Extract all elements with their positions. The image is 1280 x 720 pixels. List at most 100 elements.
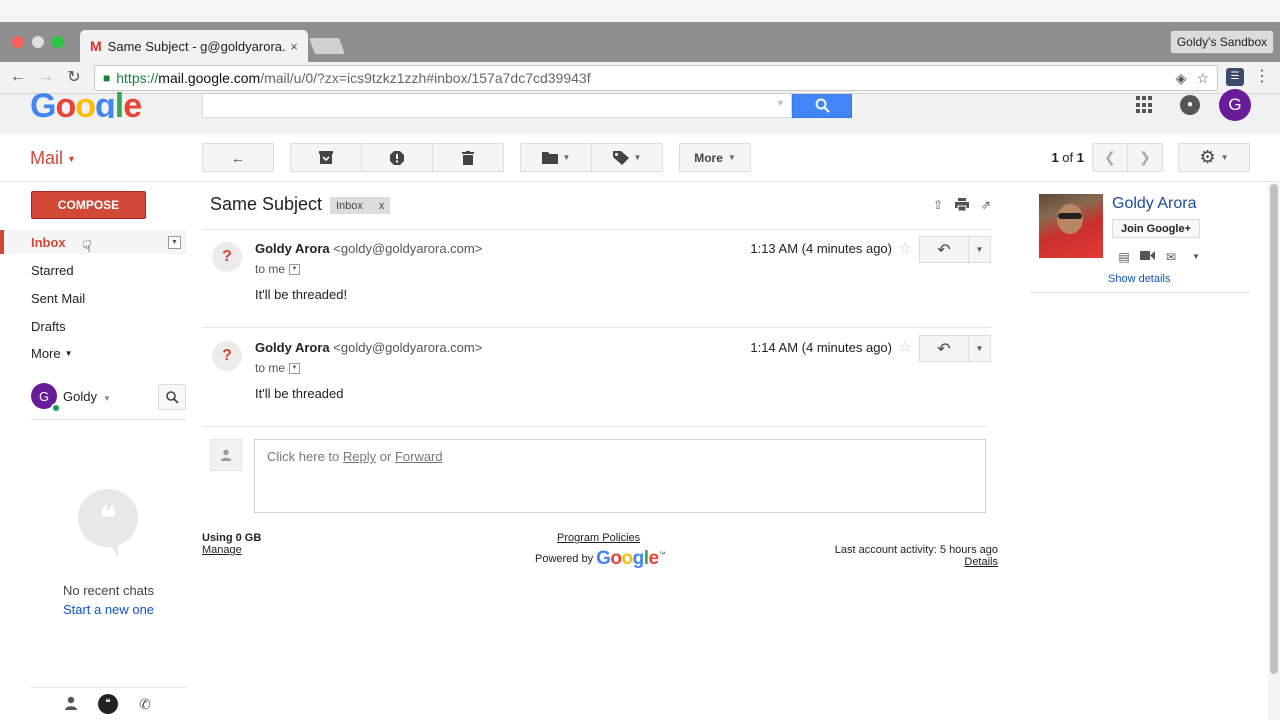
google-logo[interactable]: Google [30,86,141,118]
phone-call-icon[interactable]: ✆ [135,696,155,714]
start-new-chat-link[interactable]: Start a new one [31,602,186,617]
video-call-icon[interactable] [1139,250,1155,264]
recipient-details[interactable]: to me ▼ [255,361,301,375]
chevron-down-icon: ▼ [102,394,111,403]
move-to-button[interactable]: ▼ [520,143,592,172]
recipient-text: to me [255,262,286,276]
search-input[interactable] [202,94,792,118]
chevron-down-icon: ▼ [562,153,571,162]
contact-name[interactable]: Goldy Arora [1112,195,1196,213]
expand-all-icon[interactable]: ⇧ [931,198,945,212]
gmail-favicon-icon: M [90,38,102,54]
forward-link[interactable]: Forward [395,449,443,464]
chevron-down-icon[interactable]: ▼ [289,362,301,374]
forward-arrow-icon[interactable]: → [35,66,57,88]
browser-menu-icon[interactable]: ⋮ [1254,66,1270,88]
star-icon[interactable]: ☆ [897,338,913,356]
pagination-of: of [1062,150,1074,165]
hangouts-conversations-icon[interactable]: ❝ [98,694,118,714]
email-envelope-icon[interactable]: ✉ [1163,250,1179,264]
divider [31,687,186,688]
star-icon[interactable]: ☆ [897,239,913,257]
chevron-down-icon: ▼ [67,154,76,165]
account-avatar[interactable]: G [1219,89,1251,121]
report-spam-button[interactable] [361,143,433,172]
reply-box[interactable]: Click here to Reply or Forward [254,439,986,513]
divider [202,327,991,328]
reload-icon[interactable]: ↻ [63,66,85,88]
label-chip-text: Inbox [336,199,363,212]
bookmark-star-icon[interactable]: ☆ [1196,70,1209,87]
apps-grid-icon[interactable] [1136,96,1154,114]
sidebar-item-inbox[interactable]: Inbox [0,230,186,254]
contacts-person-icon[interactable] [61,696,81,714]
mail-switcher[interactable]: Mail ▼ [30,148,76,169]
url-input[interactable]: ■ https:// mail.google.com /mail/u/0/?zx… [94,65,1218,91]
search-button[interactable] [792,94,852,118]
sidebar-item-sent[interactable]: Sent Mail [31,286,186,310]
older-button[interactable]: ❯ [1127,143,1163,172]
hangouts-search-button[interactable] [158,384,186,410]
site-view-icon[interactable]: ◈ [1176,70,1187,87]
chevron-down-icon: ▼ [975,245,984,254]
search-options-chevron-icon[interactable]: ▼ [776,98,785,108]
back-arrow-icon[interactable]: ← [7,66,29,88]
notifications-bell-icon[interactable]: ● [1180,95,1200,115]
recipient-details[interactable]: to me ▼ [255,262,301,276]
message-body: It'll be threaded! [255,287,348,302]
inbox-label-chip[interactable]: Inbox x [330,197,391,214]
chevron-down-icon: ▼ [64,348,73,358]
more-actions-button[interactable]: More ▼ [679,143,751,172]
more-message-actions-button[interactable]: ▼ [968,335,991,362]
inbox-options-chevron-icon[interactable]: ▼ [168,236,181,249]
window-close-button[interactable] [12,36,24,48]
reply-link[interactable]: Reply [343,449,376,464]
sidebar-item-drafts[interactable]: Drafts [31,314,186,338]
join-google-plus-button[interactable]: Join Google+ [1112,219,1200,238]
browser-tab-active[interactable]: M Same Subject - g@goldyarora. × [80,30,308,62]
recipient-text: to me [255,361,286,375]
chevron-down-icon: ▼ [727,153,736,162]
window-maximize-button[interactable] [52,36,64,48]
chevron-down-icon[interactable]: ▼ [1188,252,1204,266]
labels-button[interactable]: ▼ [591,143,663,172]
show-details-link[interactable]: Show details [1108,273,1170,285]
sidebar-item-starred[interactable]: Starred [31,258,186,282]
tab-close-icon[interactable]: × [286,39,302,54]
chat-bubble-icon[interactable]: ▤ [1116,250,1132,264]
reply-button[interactable]: ↶ [919,236,969,263]
sender-avatar-placeholder-icon: ? [212,341,242,371]
contact-photo[interactable] [1039,194,1103,258]
hangouts-user-menu[interactable]: Goldy ▼ [63,389,111,404]
chevron-down-icon[interactable]: ▼ [289,263,301,275]
newer-button[interactable]: ❮ [1092,143,1128,172]
new-window-icon[interactable]: ⇗ [979,198,993,212]
remove-label-icon[interactable]: x [379,200,385,212]
manage-storage-link[interactable]: Manage [202,544,242,556]
scrollbar-thumb[interactable] [1270,184,1278,674]
program-policies-link[interactable]: Program Policies [557,532,640,544]
message-timestamp: 1:13 AM (4 minutes ago) [750,241,892,256]
activity-details-link[interactable]: Details [900,556,998,568]
divider [202,229,991,230]
browser-profile-button[interactable]: Goldy's Sandbox [1170,30,1274,54]
window-minimize-button[interactable] [32,36,44,48]
more-message-actions-button[interactable]: ▼ [968,236,991,263]
new-tab-button[interactable] [309,38,345,54]
reply-arrow-icon: ↶ [937,340,951,358]
settings-button[interactable]: ⚙ ▼ [1178,143,1250,172]
online-status-icon [51,403,61,413]
reply-button[interactable]: ↶ [919,335,969,362]
hand-cursor-icon: ☟ [82,239,92,256]
archive-button[interactable] [290,143,362,172]
back-to-inbox-button[interactable]: ← [202,143,274,172]
extension-icon[interactable]: ☰ [1226,68,1244,86]
message-timestamp: 1:14 AM (4 minutes ago) [750,340,892,355]
sender-avatar-placeholder-icon: ? [212,242,242,272]
sidebar-item-more[interactable]: More ▼ [31,341,186,365]
url-host: mail.google.com [158,70,261,86]
no-recent-chats-text: No recent chats [62,583,155,598]
delete-button[interactable] [432,143,504,172]
print-icon[interactable] [955,198,969,212]
compose-button[interactable]: COMPOSE [31,191,146,219]
